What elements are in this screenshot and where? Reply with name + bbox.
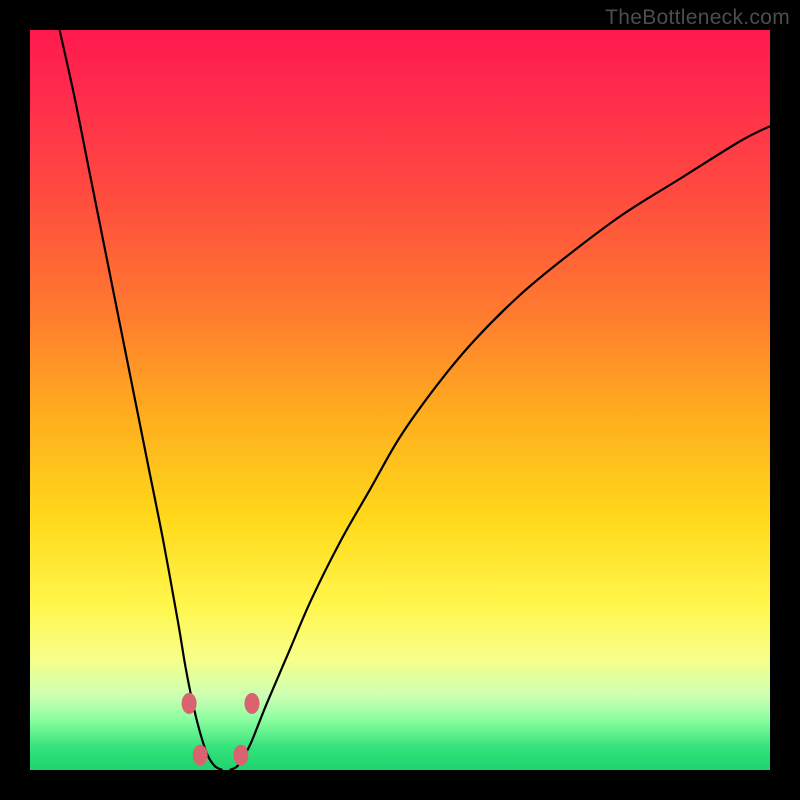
curve-layer: [30, 30, 770, 770]
data-marker: [182, 693, 196, 713]
data-marker: [234, 745, 248, 765]
data-marker: [245, 693, 259, 713]
right-curve: [230, 126, 770, 770]
plot-area: [30, 30, 770, 770]
chart-frame: TheBottleneck.com: [0, 0, 800, 800]
marker-group: [182, 693, 259, 765]
left-curve: [60, 30, 223, 770]
data-marker: [193, 745, 207, 765]
watermark-text: TheBottleneck.com: [605, 6, 790, 30]
